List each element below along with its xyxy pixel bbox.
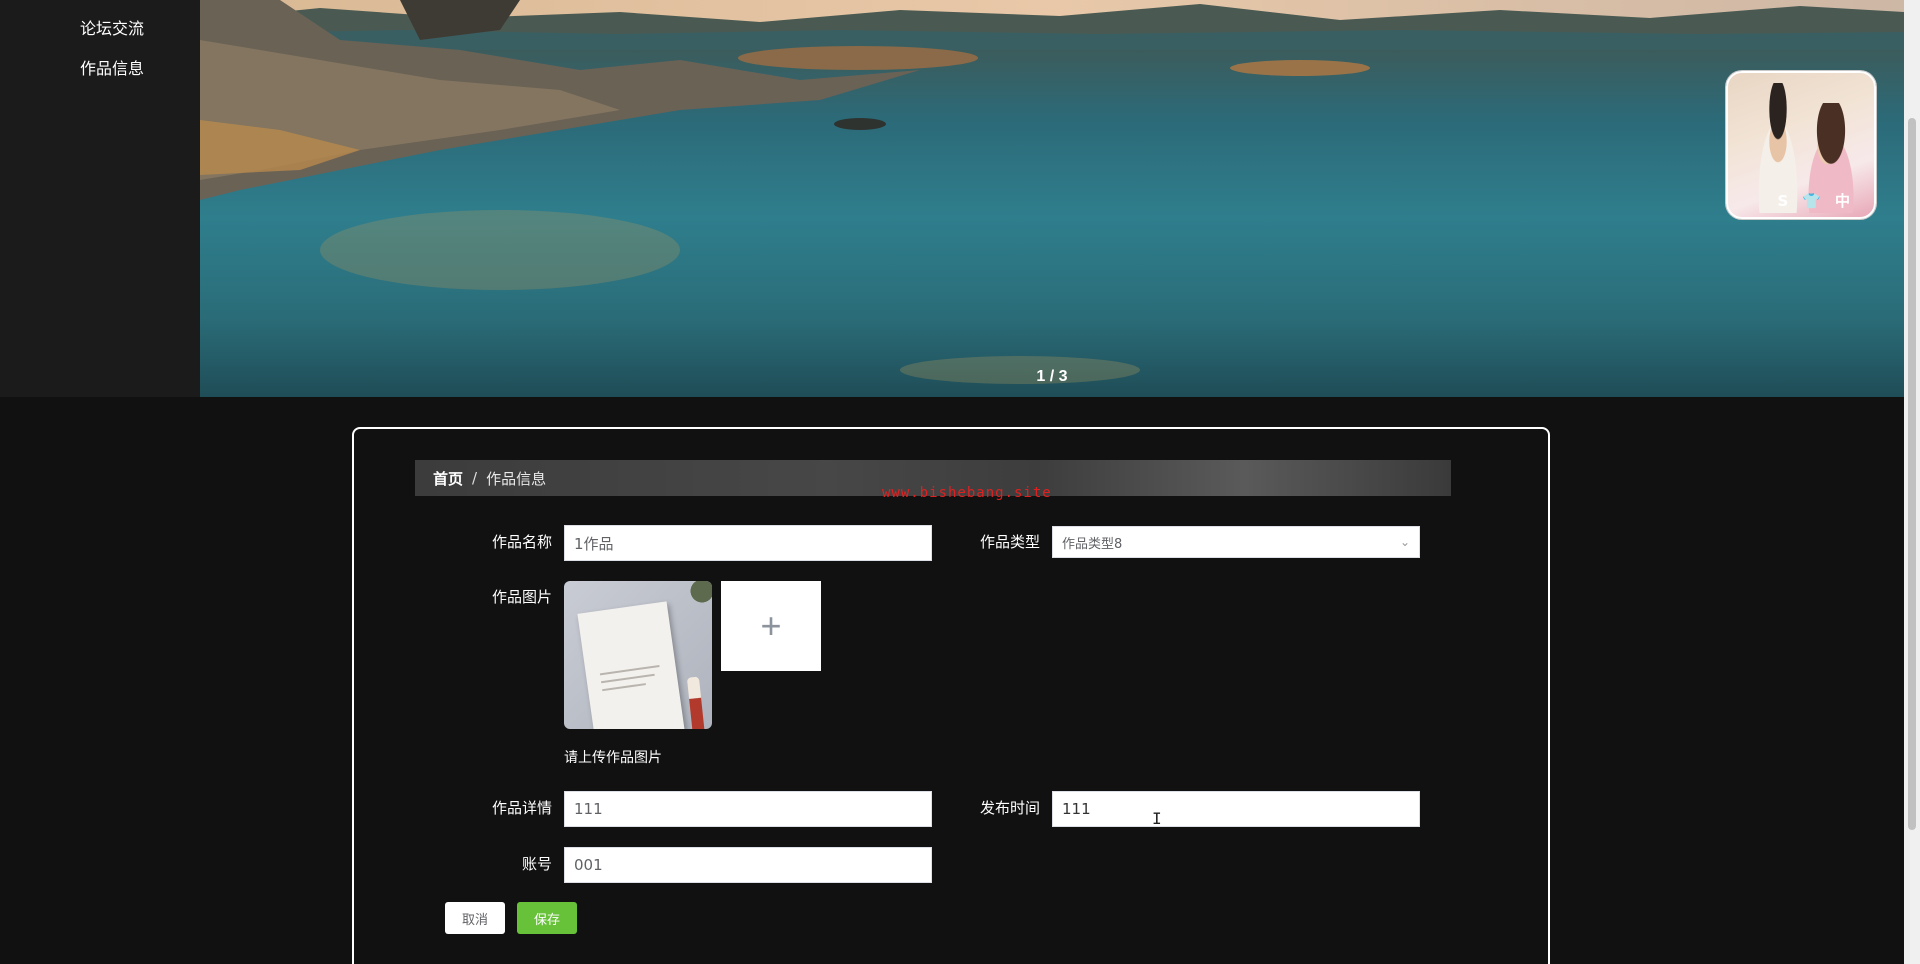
type-select[interactable]: 作品类型8 ⌄ xyxy=(1052,526,1420,558)
image-label: 作品图片 xyxy=(491,588,552,606)
carousel-counter: 1 / 3 xyxy=(1036,368,1068,385)
save-button[interactable]: 保存 xyxy=(517,902,577,934)
banner-carousel[interactable]: 1 / 3 xyxy=(200,0,1904,397)
thumbnail-pen xyxy=(686,676,706,729)
upload-add-button[interactable]: + xyxy=(721,581,821,671)
watermark: www.bishebang.site xyxy=(882,485,1052,501)
sidebar-item-works[interactable]: 作品信息 xyxy=(80,55,144,79)
type-select-value: 作品类型8 xyxy=(1062,536,1123,552)
account-input[interactable] xyxy=(564,847,932,883)
name-label: 作品名称 xyxy=(491,533,552,551)
banner-rocks xyxy=(200,0,1370,384)
breadcrumb-separator: / xyxy=(472,469,478,487)
thumbnail-plant xyxy=(682,581,712,611)
scrollbar-thumb[interactable] xyxy=(1908,118,1916,830)
chevron-down-icon: ⌄ xyxy=(1399,535,1410,549)
publish-time-label: 发布时间 xyxy=(979,799,1040,817)
form-panel: 首页 / 作品信息 www.bishebang.site 作品名称 作品类型 作… xyxy=(352,427,1550,964)
page: 论坛交流 作品信息 1 / 3 S👕中 首页 / 作品信息 www.bisheb… xyxy=(0,0,1920,964)
avatar-badges: S👕中 xyxy=(1777,192,1864,210)
upload-hint: 请上传作品图片 xyxy=(564,750,662,766)
thumbnail-book xyxy=(577,601,685,729)
detail-input[interactable] xyxy=(564,791,932,827)
sidebar-item-forum[interactable]: 论坛交流 xyxy=(80,15,144,39)
cancel-button[interactable]: 取消 xyxy=(445,902,505,934)
sidebar: 论坛交流 作品信息 xyxy=(0,0,200,397)
account-label: 账号 xyxy=(521,855,552,873)
breadcrumb-home[interactable]: 首页 xyxy=(433,468,463,489)
text-cursor-icon: I xyxy=(1152,809,1162,828)
uploaded-image-thumbnail[interactable] xyxy=(564,581,712,729)
plus-icon: + xyxy=(760,605,782,646)
floating-avatar-widget[interactable]: S👕中 xyxy=(1726,71,1876,219)
publish-time-input[interactable] xyxy=(1052,791,1420,827)
type-label: 作品类型 xyxy=(979,533,1040,551)
name-input[interactable] xyxy=(564,525,932,561)
detail-label: 作品详情 xyxy=(491,799,552,817)
breadcrumb-current: 作品信息 xyxy=(486,469,547,488)
page-scrollbar[interactable] xyxy=(1904,0,1920,964)
